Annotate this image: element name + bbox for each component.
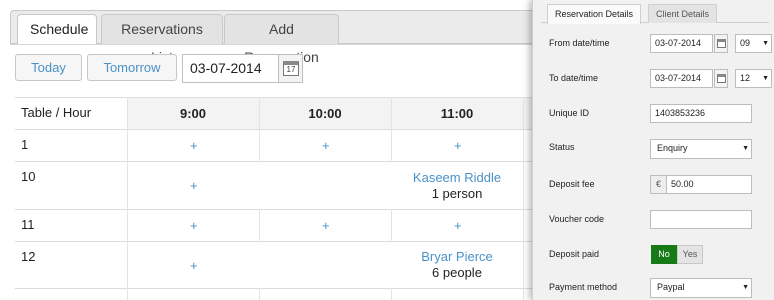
side-tab-bar: Reservation Details Client Details [541, 2, 769, 24]
add-slot-button[interactable]: + [190, 218, 198, 233]
add-slot-button[interactable]: + [190, 138, 198, 153]
tab-client-details[interactable]: Client Details [648, 4, 718, 23]
euro-icon: € [651, 176, 667, 193]
grid-line [523, 97, 524, 300]
table-label-11: 11 [21, 217, 35, 232]
calendar-icon [717, 39, 726, 48]
status-value: Enquiry [657, 143, 688, 153]
main-tab-bar: Schedule Reservations List Add Reservati… [10, 10, 540, 65]
status-select[interactable]: Enquiry ▼ [650, 139, 752, 159]
hour-header-9: 9:00 [179, 106, 207, 121]
deposit-paid-no-toggle[interactable]: No [651, 245, 677, 264]
to-date-picker-button[interactable] [714, 69, 728, 88]
reservation-party-size: 1 person [431, 186, 483, 201]
grid-line [259, 288, 260, 300]
table-label-12: 12 [21, 249, 36, 264]
corner-header: Table / Hour [21, 105, 92, 120]
add-slot-button[interactable]: + [454, 138, 462, 153]
today-button[interactable]: Today [15, 54, 82, 81]
tomorrow-button[interactable]: Tomorrow [87, 54, 177, 81]
voucher-code-label: Voucher code [549, 214, 605, 224]
tab-add-reservation[interactable]: Add Reservation [224, 14, 339, 65]
grid-line [15, 161, 540, 162]
tab-reservations-list[interactable]: Reservations List [101, 14, 223, 65]
from-date-picker-button[interactable] [714, 34, 728, 53]
table-label-10: 10 [21, 169, 36, 184]
hour-header-10: 10:00 [308, 106, 342, 121]
voucher-code-input[interactable] [650, 210, 752, 229]
chevron-down-icon: ▼ [762, 40, 769, 47]
calendar-icon: 17 [283, 61, 299, 76]
reservation-party-size: 6 people [432, 265, 482, 280]
deposit-paid-yes-toggle[interactable]: Yes [677, 245, 703, 264]
to-datetime-label: To date/time [549, 73, 599, 83]
schedule-date-input[interactable]: 03-07-2014 [182, 54, 278, 83]
grid-line [15, 288, 540, 289]
unique-id-field[interactable]: 1403853236 [650, 104, 752, 123]
add-slot-button[interactable]: + [190, 258, 198, 273]
add-slot-button[interactable]: + [454, 218, 462, 233]
add-slot-button[interactable]: + [190, 178, 198, 193]
grid-line [259, 209, 260, 242]
payment-method-value: Paypal [657, 282, 685, 292]
table-label-1: 1 [21, 137, 29, 152]
deposit-fee-label: Deposit fee [549, 179, 595, 189]
tab-schedule[interactable]: Schedule [17, 14, 97, 45]
from-hour-value: 09 [740, 38, 751, 48]
from-date-input[interactable]: 03-07-2014 [650, 34, 713, 53]
payment-method-label: Payment method [549, 282, 618, 292]
grid-line [391, 288, 392, 300]
reservation-name-link[interactable]: Bryar Pierce [391, 249, 523, 264]
deposit-paid-label: Deposit paid [549, 249, 600, 259]
reservation-name-link[interactable]: Kaseem Riddle [391, 170, 523, 185]
to-date-input[interactable]: 03-07-2014 [650, 69, 713, 88]
to-hour-select[interactable]: 12 ▼ [735, 69, 772, 88]
hour-header-11: 11:00 [440, 106, 474, 121]
chevron-down-icon: ▼ [742, 284, 749, 291]
add-slot-button[interactable]: + [322, 138, 330, 153]
unique-id-label: Unique ID [549, 108, 590, 118]
chevron-down-icon: ▼ [742, 145, 749, 152]
grid-line [15, 209, 540, 210]
chevron-down-icon: ▼ [762, 75, 769, 82]
reservation-app: Schedule Reservations List Add Reservati… [0, 0, 774, 300]
schedule-grid: Table / Hour 9:00 10:00 11:00 1 + + + 10… [15, 97, 540, 300]
to-hour-value: 12 [740, 73, 751, 83]
deposit-fee-value: 50.00 [671, 179, 694, 189]
status-label: Status [549, 142, 575, 152]
grid-line [127, 97, 128, 300]
payment-method-select[interactable]: Paypal ▼ [650, 278, 752, 298]
add-slot-button[interactable]: + [322, 218, 330, 233]
tab-reservation-details[interactable]: Reservation Details [547, 4, 642, 24]
calendar-icon [717, 74, 726, 83]
tab-panel-divider [10, 44, 540, 45]
grid-line [391, 209, 392, 242]
grid-line [15, 241, 540, 242]
deposit-fee-input[interactable]: € 50.00 [650, 175, 752, 194]
date-picker-button[interactable]: 17 [278, 54, 303, 83]
from-datetime-label: From date/time [549, 38, 610, 48]
grid-line [15, 129, 540, 130]
from-hour-select[interactable]: 09 ▼ [735, 34, 772, 53]
